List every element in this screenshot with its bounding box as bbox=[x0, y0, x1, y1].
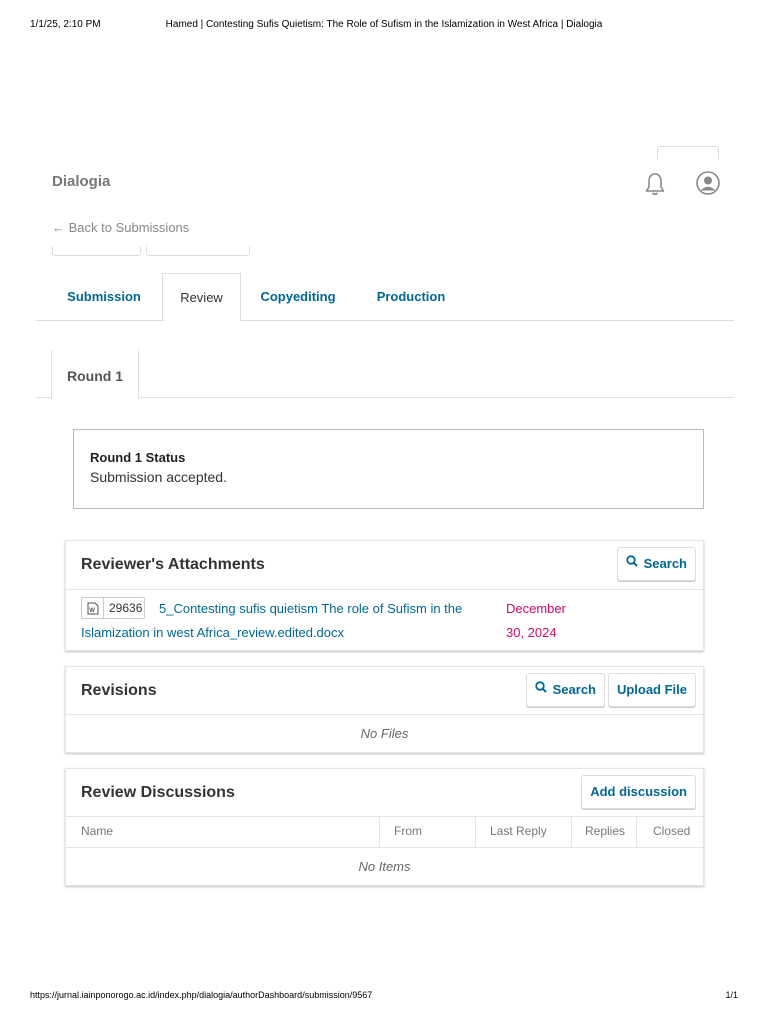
revisions-search-button[interactable]: Search bbox=[525, 673, 605, 707]
back-to-submissions-link[interactable]: ← Back to Submissions bbox=[52, 220, 189, 235]
column-separator bbox=[571, 816, 572, 848]
no-items-message: No Items bbox=[358, 859, 411, 874]
clipped-button-overlap bbox=[657, 146, 719, 160]
panel-divider bbox=[66, 589, 703, 590]
tab-copyediting[interactable]: Copyediting bbox=[248, 273, 348, 321]
column-separator bbox=[475, 816, 476, 848]
tab-review[interactable]: Review bbox=[162, 273, 241, 322]
column-header-name: Name bbox=[81, 824, 114, 838]
add-discussion-button[interactable]: Add discussion bbox=[581, 775, 696, 809]
clipped-box-overlap bbox=[146, 246, 250, 256]
column-header-replies: Replies bbox=[585, 824, 626, 838]
column-header-from: From bbox=[394, 824, 422, 838]
column-separator bbox=[379, 816, 380, 848]
workflow-tabs: Submission Review Copyediting Production bbox=[36, 273, 734, 322]
tab-production[interactable]: Production bbox=[362, 273, 460, 321]
clipped-box-overlap bbox=[52, 246, 141, 256]
print-url: https://jurnal.iainponorogo.ac.id/index.… bbox=[30, 990, 373, 1000]
revisions-title: Revisions bbox=[81, 682, 157, 699]
word-doc-icon: W bbox=[82, 598, 104, 618]
svg-text:W: W bbox=[89, 608, 95, 614]
table-divider bbox=[66, 847, 703, 848]
panel-divider bbox=[66, 714, 703, 715]
print-header: 1/1/25, 2:10 PM Hamed | Contesting Sufis… bbox=[30, 19, 738, 33]
reviewer-attachments-title: Reviewer's Attachments bbox=[81, 556, 265, 573]
user-icon[interactable] bbox=[696, 171, 720, 195]
revisions-panel: Revisions Search Upload File No Files bbox=[65, 666, 704, 753]
print-page-count: 1/1 bbox=[725, 990, 738, 1000]
print-footer: https://jurnal.iainponorogo.ac.id/index.… bbox=[30, 990, 738, 1004]
column-header-last-reply: Last Reply bbox=[490, 824, 547, 838]
search-label: Search bbox=[643, 556, 687, 571]
column-separator bbox=[636, 816, 637, 848]
panel-divider bbox=[66, 816, 703, 817]
attachment-date: December 30, 2024 bbox=[506, 601, 566, 640]
no-files-message: No Files bbox=[360, 726, 409, 741]
round-tabs: Round 1 bbox=[36, 350, 734, 399]
clipped-title-overlap bbox=[52, 153, 652, 160]
column-header-closed: Closed bbox=[653, 824, 691, 838]
tab-submission[interactable]: Submission bbox=[50, 273, 158, 321]
file-id: 29636 bbox=[109, 601, 143, 615]
bell-icon[interactable] bbox=[644, 172, 666, 196]
journal-name[interactable]: Dialogia bbox=[52, 173, 110, 190]
file-id-badge: W 29636 bbox=[81, 597, 145, 619]
review-discussions-title: Review Discussions bbox=[81, 784, 235, 801]
search-label: Search bbox=[552, 682, 596, 697]
search-icon bbox=[625, 547, 638, 579]
upload-file-button[interactable]: Upload File bbox=[607, 673, 696, 707]
round-status-box: Round 1 Status Submission accepted. bbox=[73, 429, 704, 509]
round-status-text: Submission accepted. bbox=[90, 469, 227, 485]
review-discussions-panel: Review Discussions Add discussion Name F… bbox=[65, 768, 704, 886]
reviewer-attachments-search-button[interactable]: Search bbox=[616, 547, 696, 581]
print-title: Hamed | Contesting Sufis Quietism: The R… bbox=[165, 19, 603, 30]
reviewer-attachments-panel: Reviewer's Attachments Search 5_Contesti… bbox=[65, 540, 704, 651]
round-status-heading: Round 1 Status bbox=[90, 450, 186, 465]
tab-round-1[interactable]: Round 1 bbox=[51, 350, 139, 399]
search-icon bbox=[534, 673, 547, 705]
